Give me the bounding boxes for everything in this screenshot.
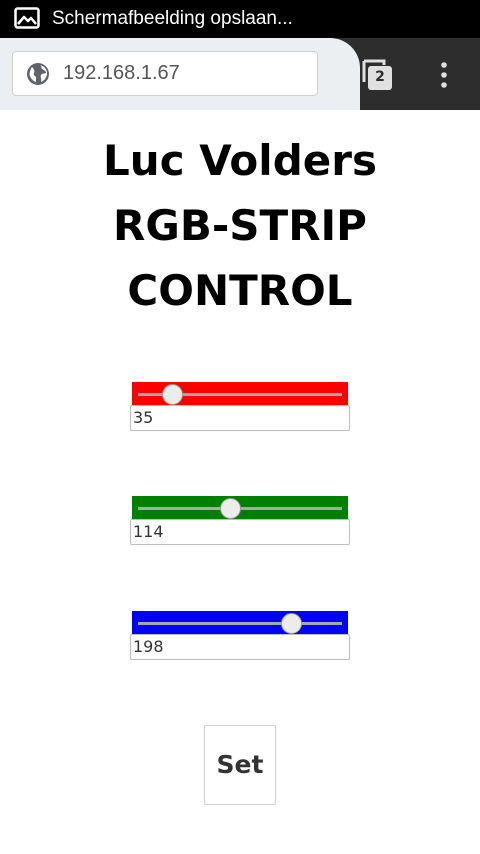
title-line-3: CONTROL — [127, 266, 353, 315]
set-button[interactable]: Set — [204, 725, 276, 805]
page-title: Luc Volders RGB-STRIP CONTROL — [0, 128, 480, 323]
globe-icon — [27, 63, 49, 85]
title-line-1: Luc Volders — [103, 136, 377, 185]
blue-slider[interactable] — [132, 611, 348, 636]
browser-toolbar: 192.168.1.67 2 — [0, 38, 480, 110]
url-text: 192.168.1.67 — [63, 62, 180, 84]
blue-value-input[interactable]: 198 — [130, 634, 350, 660]
url-bar-area: 192.168.1.67 — [0, 38, 360, 110]
green-value-input[interactable]: 114 — [130, 519, 350, 545]
blue-slider-rail — [138, 622, 342, 625]
red-value-input[interactable]: 35 — [130, 405, 350, 431]
status-notification-text: Schermafbeelding opslaan... — [52, 8, 293, 29]
tab-count: 2 — [375, 69, 385, 85]
title-line-2: RGB-STRIP — [113, 201, 367, 250]
red-slider[interactable] — [132, 382, 348, 407]
green-slider[interactable] — [132, 496, 348, 521]
red-slider-thumb[interactable] — [162, 384, 184, 405]
more-vert-icon[interactable] — [432, 58, 456, 92]
url-bar[interactable]: 192.168.1.67 — [12, 51, 318, 96]
blue-slider-thumb[interactable] — [280, 613, 302, 634]
image-icon — [14, 7, 40, 29]
green-slider-thumb[interactable] — [219, 498, 241, 519]
status-bar: Schermafbeelding opslaan... — [0, 0, 480, 38]
